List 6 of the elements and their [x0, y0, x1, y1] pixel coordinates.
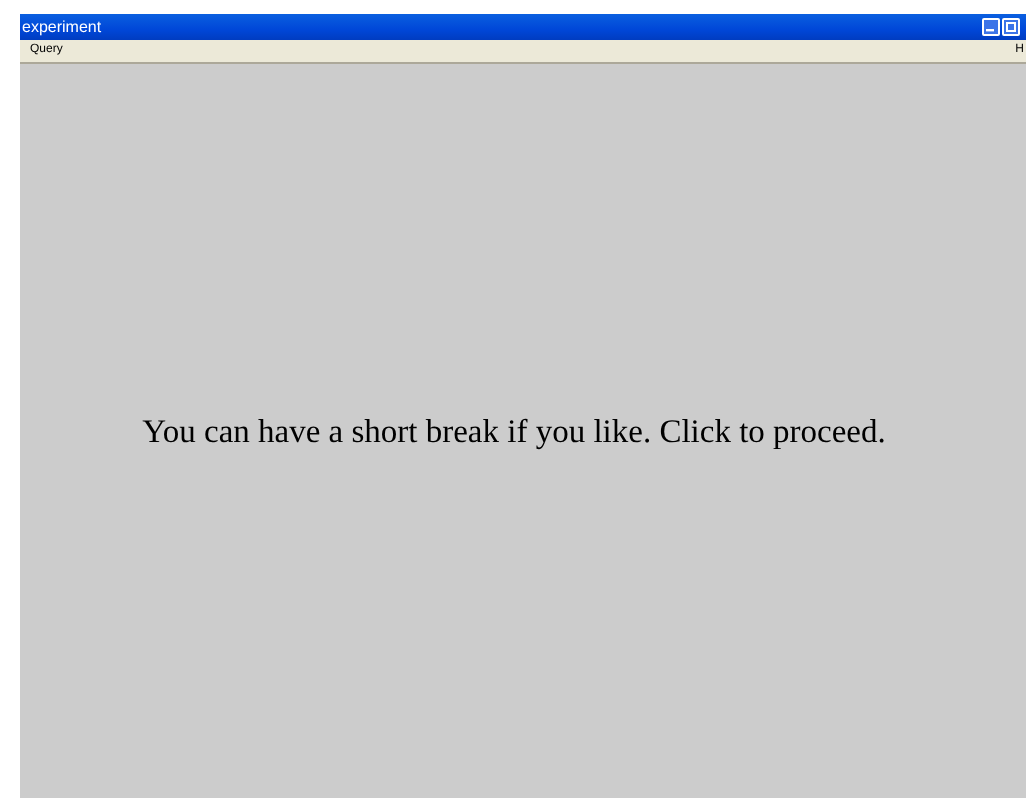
maximize-button[interactable]: [1002, 18, 1020, 36]
window-title: experiment: [20, 16, 102, 40]
break-message: You can have a short break if you like. Click to proceed.: [142, 411, 886, 451]
minimize-button[interactable]: [982, 18, 1000, 36]
content-area[interactable]: You can have a short break if you like. Click to proceed.: [20, 64, 1026, 798]
maximize-icon: [1006, 22, 1016, 32]
